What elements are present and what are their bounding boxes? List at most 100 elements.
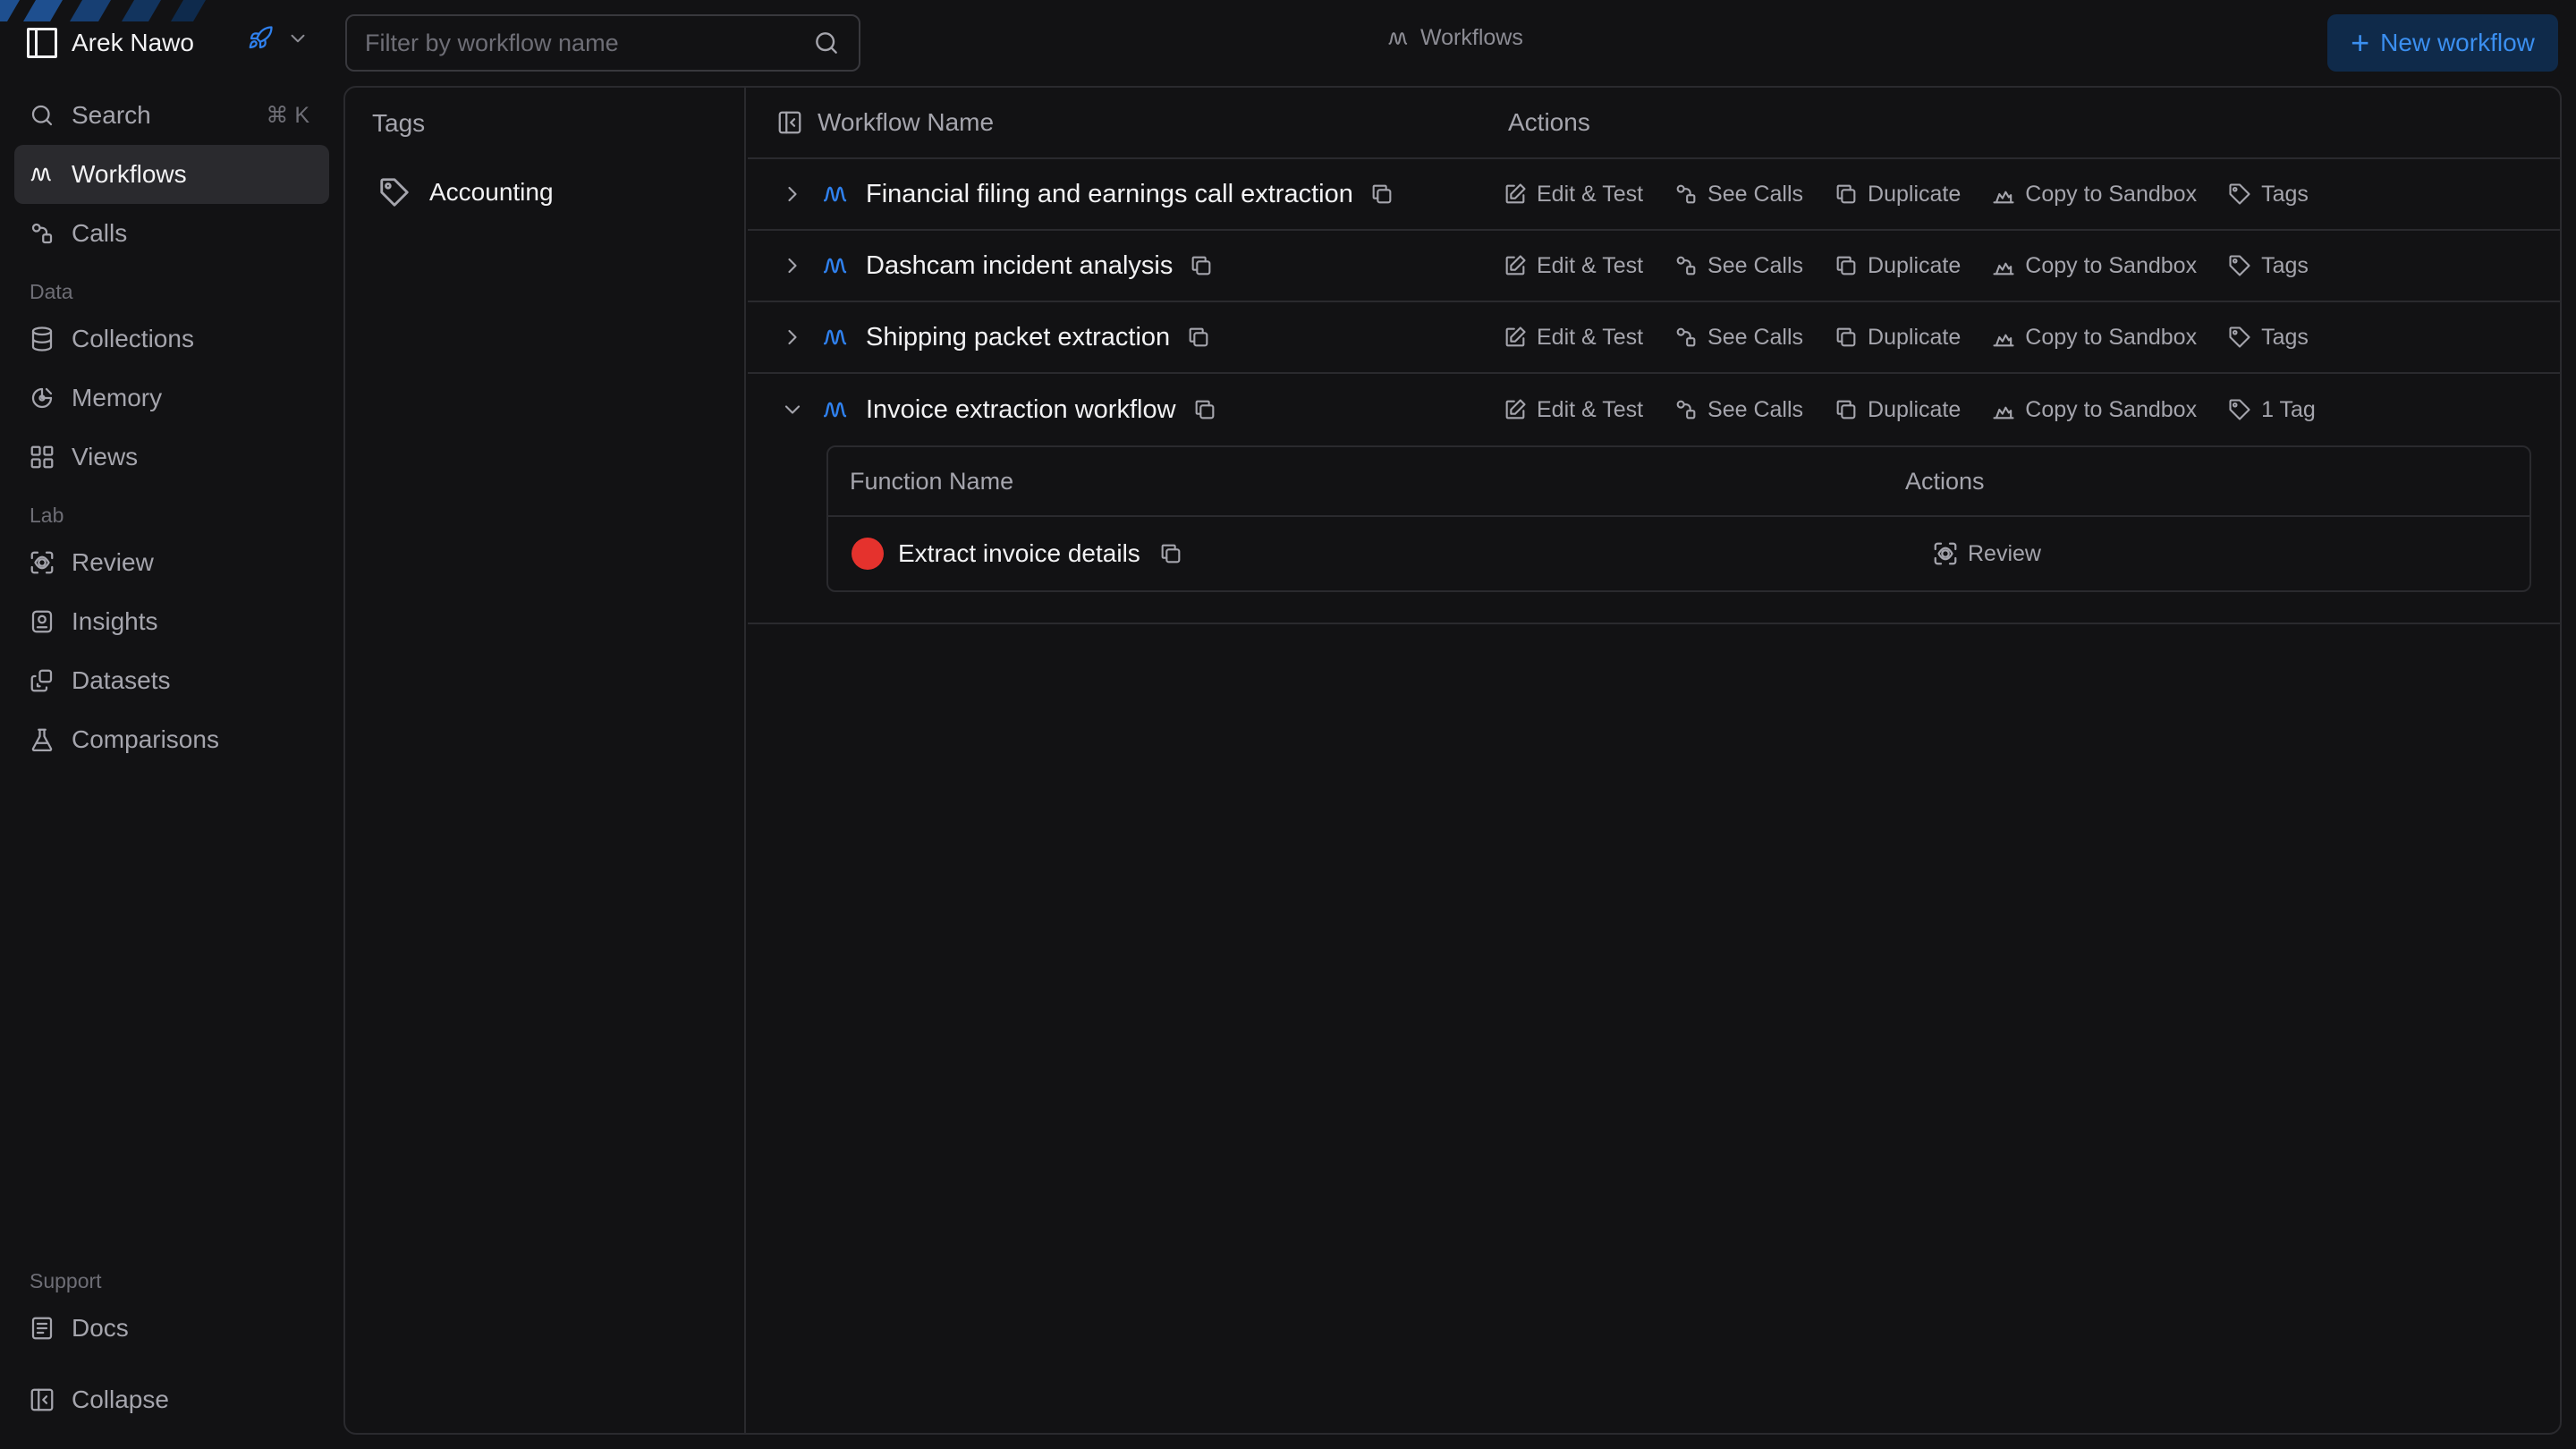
edit-icon: [1505, 326, 1526, 347]
sidebar-collapse-button[interactable]: Collapse: [14, 1370, 329, 1429]
breadcrumb-label: Workflows: [1420, 25, 1523, 50]
edit-test-button[interactable]: Edit & Test: [1503, 325, 1643, 351]
sidebar-item-insights[interactable]: Insights: [14, 592, 329, 651]
breadcrumb: Workflows: [1386, 25, 1523, 51]
see-calls-button[interactable]: See Calls: [1674, 397, 1803, 423]
search-icon[interactable]: [812, 29, 841, 57]
sidebar-item-memory[interactable]: Memory: [14, 369, 329, 428]
chevron-down-icon[interactable]: [780, 397, 805, 422]
tags-button[interactable]: Tags: [2227, 253, 2309, 279]
duplicate-button[interactable]: Duplicate: [1834, 325, 1961, 351]
calls-icon: [1676, 184, 1696, 204]
review-icon: [30, 551, 54, 574]
sidebar-toggle-icon[interactable]: [776, 109, 803, 136]
sidebar-item-comparisons[interactable]: Comparisons: [14, 710, 329, 769]
copy-icon[interactable]: [1186, 325, 1211, 350]
table-row[interactable]: Dashcam incident analysis Edit & Test Se…: [748, 231, 2560, 302]
edit-test-button[interactable]: Edit & Test: [1503, 397, 1643, 423]
edit-icon: [1505, 399, 1526, 419]
calls-icon: [1676, 327, 1696, 347]
action-label: Copy to Sandbox: [2025, 396, 2198, 422]
edit-test-button[interactable]: Edit & Test: [1503, 253, 1643, 279]
copy-to-sandbox-button[interactable]: Copy to Sandbox: [1991, 397, 2197, 423]
chevron-down-icon[interactable]: [286, 27, 309, 50]
tags-button[interactable]: 1 Tag: [2227, 397, 2316, 423]
sidebar-item-docs[interactable]: Docs: [14, 1299, 329, 1358]
workflow-name[interactable]: Financial filing and earnings call extra…: [866, 180, 1353, 209]
duplicate-button[interactable]: Duplicate: [1834, 397, 1961, 423]
edit-icon: [1505, 183, 1526, 204]
see-calls-button[interactable]: See Calls: [1674, 182, 1803, 208]
copy-to-sandbox-button[interactable]: Copy to Sandbox: [1991, 325, 2197, 351]
sidebar-item-label: Search: [72, 101, 151, 129]
action-label: Copy to Sandbox: [2025, 324, 2198, 350]
sidebar-item-datasets[interactable]: Datasets: [14, 651, 329, 710]
copy-icon[interactable]: [1189, 253, 1214, 278]
table-row[interactable]: Invoice extraction workflow Edit & Test …: [748, 374, 2560, 445]
copy-icon[interactable]: [1192, 397, 1217, 422]
search-icon: [31, 105, 53, 126]
sidebar-item-views[interactable]: Views: [14, 428, 329, 487]
sidebar-item-review[interactable]: Review: [14, 533, 329, 592]
sidebar-item-label: Workflows: [72, 160, 187, 188]
new-workflow-label: New workflow: [2380, 29, 2535, 56]
action-label: Edit & Test: [1537, 181, 1644, 207]
see-calls-button[interactable]: See Calls: [1674, 325, 1803, 351]
sidebar-item-label: Docs: [72, 1314, 129, 1342]
sidebar-item-search[interactable]: Search ⌘ K: [14, 86, 329, 145]
edit-icon: [1505, 255, 1526, 275]
column-header-actions: Actions: [1905, 467, 1985, 495]
workflow-name[interactable]: Invoice extraction workflow: [866, 395, 1176, 425]
sidebar: Arek Nawo Search ⌘ K Workflows Calls Dat…: [0, 0, 343, 1449]
brand-stripes: [0, 0, 206, 21]
tags-button[interactable]: Tags: [2227, 325, 2309, 351]
copy-icon[interactable]: [1369, 182, 1394, 207]
action-label: 1 Tag: [2261, 396, 2316, 422]
duplicate-button[interactable]: Duplicate: [1834, 253, 1961, 279]
grid-icon: [30, 445, 54, 469]
function-row[interactable]: Extract invoice details: [828, 517, 2529, 590]
table-row[interactable]: Financial filing and earnings call extra…: [748, 159, 2560, 231]
sidebar-item-workflows[interactable]: Workflows: [14, 145, 329, 204]
chevron-right-icon[interactable]: [780, 325, 805, 350]
copy-to-sandbox-button[interactable]: Copy to Sandbox: [1991, 253, 2197, 279]
tags-panel: Tags Accounting: [345, 88, 746, 1433]
workflow-table: Workflow Name Actions Financial filing a…: [748, 88, 2560, 624]
org-switcher[interactable]: Arek Nawo: [27, 23, 326, 63]
see-calls-button[interactable]: See Calls: [1674, 253, 1803, 279]
copy-to-sandbox-button[interactable]: Copy to Sandbox: [1991, 182, 2197, 208]
workflow-icon: [823, 186, 847, 202]
workflow-name[interactable]: Shipping packet extraction: [866, 323, 1170, 352]
datasets-icon: [30, 669, 53, 692]
tags-panel-title: Tags: [372, 109, 426, 137]
action-label: Edit & Test: [1537, 396, 1644, 422]
table-row[interactable]: Shipping packet extraction Edit & Test S…: [748, 302, 2560, 374]
workflow-name[interactable]: Dashcam incident analysis: [866, 251, 1173, 281]
tag-icon: [380, 178, 409, 207]
sidebar-item-collections[interactable]: Collections: [14, 309, 329, 369]
chevron-right-icon[interactable]: [780, 182, 805, 207]
action-label: Edit & Test: [1537, 252, 1644, 278]
rocket-icon[interactable]: [247, 25, 274, 52]
calls-icon: [1676, 256, 1696, 275]
review-button[interactable]: Review: [1932, 540, 2041, 567]
search-input[interactable]: [365, 29, 812, 57]
shortcut-hint: ⌘ K: [266, 103, 309, 128]
tag-filter-accounting[interactable]: Accounting: [377, 175, 554, 209]
plus-icon: +: [2351, 24, 2370, 61]
copy-icon[interactable]: [1158, 541, 1183, 566]
function-name[interactable]: Extract invoice details: [898, 539, 1140, 568]
action-label: Tags: [2261, 181, 2309, 207]
chevron-right-icon[interactable]: [780, 253, 805, 278]
action-label: Duplicate: [1868, 324, 1962, 350]
tags-button[interactable]: Tags: [2227, 182, 2309, 208]
nav-support: Support Docs Collapse: [14, 1252, 329, 1429]
tag-icon: [2229, 183, 2250, 205]
sidebar-item-label: Collapse: [72, 1385, 169, 1413]
row-actions: Edit & Test See Calls Duplicate Copy to …: [1503, 182, 2309, 208]
duplicate-button[interactable]: Duplicate: [1834, 182, 1961, 208]
new-workflow-button[interactable]: + New workflow: [2327, 14, 2558, 72]
edit-test-button[interactable]: Edit & Test: [1503, 182, 1643, 208]
sidebar-item-calls[interactable]: Calls: [14, 204, 329, 263]
row-actions: Edit & Test See Calls Duplicate Copy to …: [1503, 397, 2316, 423]
